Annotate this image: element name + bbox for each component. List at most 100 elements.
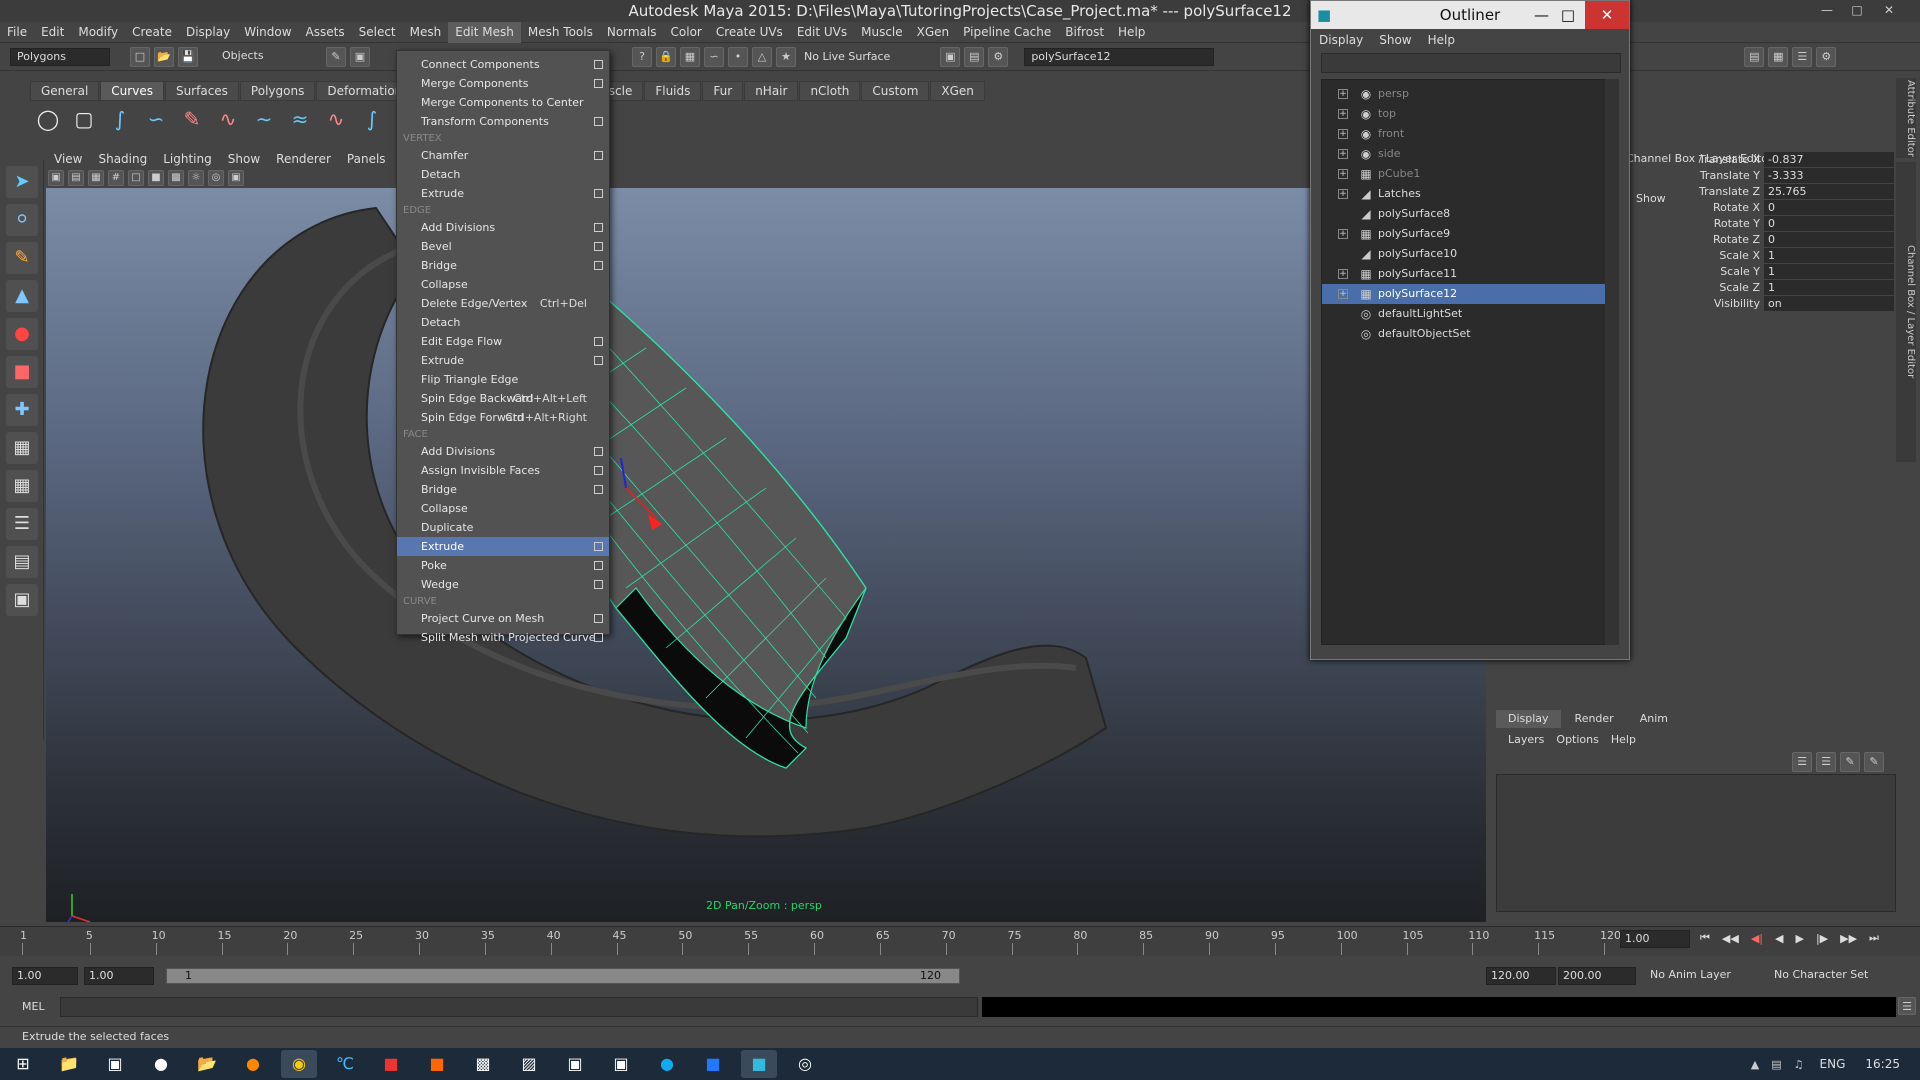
outliner-filter-field[interactable] [1321, 53, 1621, 73]
menu-item-flip-triangle-edge[interactable]: Flip Triangle Edge [397, 370, 609, 389]
cv-curve-icon[interactable]: ∫ [106, 106, 134, 134]
expand-icon[interactable]: + [1338, 189, 1348, 199]
start-button-icon[interactable]: ⊞ [5, 1050, 41, 1078]
channel-name[interactable]: Translate Z [1626, 184, 1764, 200]
step-forward-frame-icon[interactable]: |▶ [1816, 932, 1828, 945]
menu-pipeline-cache[interactable]: Pipeline Cache [956, 22, 1058, 43]
isolate-select-icon[interactable]: ◎ [208, 170, 224, 186]
viewport-menu-shading[interactable]: Shading [90, 150, 155, 168]
channel-value[interactable]: 1 [1764, 264, 1894, 280]
illustrator-icon[interactable]: ■ [419, 1050, 455, 1078]
menu-mesh-tools[interactable]: Mesh Tools [521, 22, 600, 43]
menu-bifrost[interactable]: Bifrost [1058, 22, 1111, 43]
menu-item-collapse[interactable]: Collapse [397, 275, 609, 294]
range-bar[interactable]: 1 120 [166, 968, 960, 984]
shelf-tab-fur[interactable]: Fur [702, 81, 744, 101]
layer-add-icon[interactable]: ✎ [1864, 752, 1884, 772]
menu-color[interactable]: Color [664, 22, 709, 43]
channel-value[interactable]: 0 [1764, 232, 1894, 248]
terminal-icon[interactable]: ▩ [465, 1050, 501, 1078]
command-input[interactable] [60, 997, 978, 1017]
attribute-editor-toggle-icon[interactable]: ▦ [1768, 46, 1789, 67]
option-box-icon[interactable] [594, 223, 603, 232]
channel-translate-y[interactable]: Translate Y -3.333 [1626, 168, 1906, 184]
other-app-icon[interactable]: ◎ [787, 1050, 823, 1078]
outliner-item-polysurface8[interactable]: ◢ polySurface8 [1322, 204, 1610, 224]
close-button[interactable]: ✕ [1876, 0, 1902, 20]
channel-name[interactable]: Visibility [1626, 296, 1764, 312]
expand-icon[interactable]: + [1338, 149, 1348, 159]
outliner-minimize-button[interactable]: — [1534, 1, 1549, 29]
shelf-tab-ncloth[interactable]: nCloth [799, 81, 861, 101]
channel-name[interactable]: Translate X [1626, 152, 1764, 168]
help-icon[interactable]: ? [632, 46, 652, 67]
arc-tool-icon[interactable]: ∿ [214, 106, 242, 134]
channel-value[interactable]: 0 [1764, 216, 1894, 232]
menu-item-detach[interactable]: Detach [397, 165, 609, 184]
menu-item-project-curve-on-mesh[interactable]: Project Curve on Mesh [397, 609, 609, 628]
open-scene-icon[interactable]: 📂 [154, 46, 174, 67]
menu-item-chamfer[interactable]: Chamfer [397, 146, 609, 165]
start-time-field[interactable]: 1.00 [12, 967, 78, 985]
nurbs-square-icon[interactable]: ▢ [70, 106, 98, 134]
outliner-close-button[interactable]: ✕ [1585, 1, 1629, 29]
new-scene-icon[interactable]: □ [130, 46, 150, 67]
option-box-icon[interactable] [594, 242, 603, 251]
volume-icon[interactable]: ♫ [1794, 1058, 1804, 1071]
menu-item-collapse[interactable]: Collapse [397, 499, 609, 518]
expand-icon[interactable]: + [1338, 169, 1348, 179]
menu-muscle[interactable]: Muscle [854, 22, 910, 43]
outliner-item-polysurface11[interactable]: + ▦ polySurface11 [1322, 264, 1610, 284]
object-name-field[interactable]: polySurface12 [1024, 47, 1215, 66]
persp-outliner-layout-icon[interactable]: ☰ [6, 508, 38, 540]
outliner-item-defaultlightset[interactable]: ◎ defaultLightSet [1322, 304, 1610, 324]
channel-scale-x[interactable]: Scale X1 [1626, 248, 1906, 264]
playback-start-field[interactable]: 1.00 [84, 967, 154, 985]
viewport-menu-lighting[interactable]: Lighting [155, 150, 220, 168]
pencil-curve-icon[interactable]: ✎ [178, 106, 206, 134]
go-to-end-icon[interactable]: ⏭ [1869, 931, 1879, 945]
menu-item-duplicate[interactable]: Duplicate [397, 518, 609, 537]
go-to-start-icon[interactable]: ⏮ [1700, 931, 1710, 945]
language-indicator[interactable]: ENG [1820, 1057, 1846, 1071]
snap-plane-icon[interactable]: △ [752, 46, 772, 67]
menu-edit-mesh[interactable]: Edit Mesh [448, 21, 521, 43]
channel-value[interactable]: 0 [1764, 200, 1894, 216]
outliner-item-side[interactable]: + ◉ side [1322, 144, 1610, 164]
outliner-menu-show[interactable]: Show [1371, 29, 1419, 51]
layer-menu-help[interactable]: Help [1605, 733, 1642, 746]
option-box-icon[interactable] [594, 261, 603, 270]
outliner-menu-display[interactable]: Display [1311, 29, 1371, 51]
shelf-tab-surfaces[interactable]: Surfaces [164, 81, 239, 101]
render-icon[interactable]: ▣ [940, 46, 961, 67]
step-back-frame-icon[interactable]: ◀| [1751, 932, 1763, 945]
play-backward-icon[interactable]: ◀ [1775, 932, 1783, 945]
move-tool-icon[interactable]: ▲ [6, 280, 38, 312]
last-tool-icon[interactable]: ✚ [6, 394, 38, 426]
playback-end-field[interactable]: 120.00 [1486, 967, 1556, 985]
menu-item-bevel[interactable]: Bevel [397, 237, 609, 256]
new-layer-selected-icon[interactable]: ☰ [1816, 752, 1836, 772]
channel-name[interactable]: Scale Z [1626, 280, 1764, 296]
channel-rotate-x[interactable]: Rotate X0 [1626, 200, 1906, 216]
channel-value[interactable]: 1 [1764, 248, 1894, 264]
menu-item-delete-edge-vertex[interactable]: Delete Edge/Vertex Ctrl+Del [397, 294, 609, 313]
option-box-icon[interactable] [594, 633, 603, 642]
layer-list[interactable] [1496, 774, 1896, 912]
option-box-icon[interactable] [594, 337, 603, 346]
shelf-tab-custom[interactable]: Custom [861, 81, 930, 101]
menu-edit-uvs[interactable]: Edit UVs [790, 22, 854, 43]
outliner-item-polysurface9[interactable]: + ▦ polySurface9 [1322, 224, 1610, 244]
menu-item-extrude[interactable]: Extrude [397, 537, 609, 556]
option-box-icon[interactable] [594, 561, 603, 570]
render-settings-icon[interactable]: ⚙ [988, 46, 1009, 67]
channel-name[interactable]: Scale X [1626, 248, 1764, 264]
anim-layer-dropdown[interactable]: No Anim Layer [1646, 967, 1756, 985]
rebuild-curve-icon[interactable]: ∿ [322, 106, 350, 134]
shelf-tab-fluids[interactable]: Fluids [644, 81, 702, 101]
option-box-icon[interactable] [594, 580, 603, 589]
single-perspective-layout-icon[interactable]: ▦ [6, 432, 38, 464]
outliner-item-persp[interactable]: + ◉ persp [1322, 84, 1610, 104]
persp-graph-layout-icon[interactable]: ▤ [6, 546, 38, 578]
outliner-item-polysurface12[interactable]: + ▦ polySurface12 [1322, 284, 1610, 304]
